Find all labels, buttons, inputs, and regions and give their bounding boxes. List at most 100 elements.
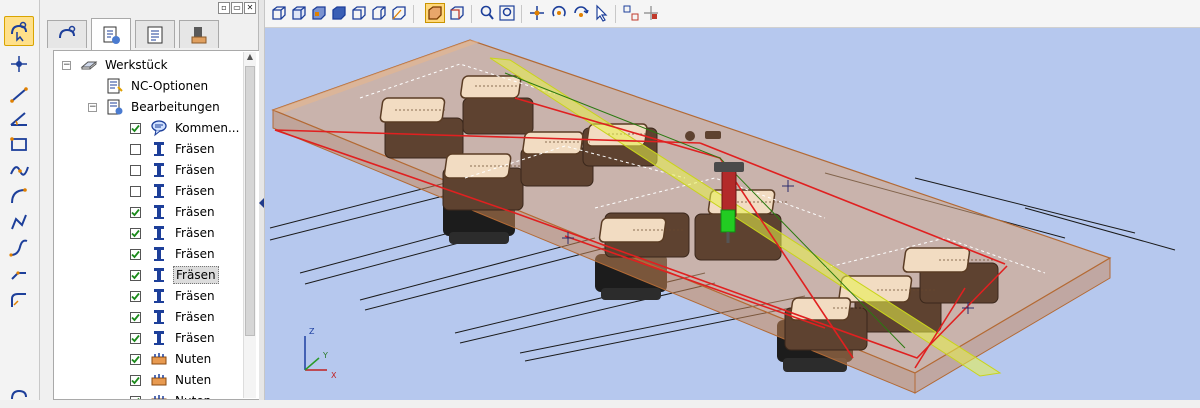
tree-expander-icon[interactable]: −	[88, 102, 97, 112]
operations-tab-icon	[103, 26, 120, 44]
tree-item-checkbox[interactable]	[130, 185, 141, 197]
cube-wireframe-icon	[272, 6, 286, 20]
3d-scene[interactable]: Z Y X	[265, 28, 1200, 400]
tree-item-checkbox[interactable]	[130, 311, 141, 323]
tree-item[interactable]: NC-Optionen	[88, 76, 210, 96]
snap-grid-button[interactable]	[621, 3, 641, 23]
tree-scrollbar[interactable]: ▲	[243, 52, 256, 398]
collapse-arrow-icon[interactable]	[259, 198, 264, 208]
panel-close-button[interactable]: ✕	[244, 2, 256, 14]
tree-item[interactable]: Fräsen	[130, 244, 217, 264]
spline-tool-button[interactable]	[6, 158, 32, 182]
tree-item-checkbox[interactable]	[130, 143, 141, 155]
scroll-thumb[interactable]	[245, 66, 255, 336]
tree-item-label: Bearbeitungen	[131, 100, 220, 114]
tree-item[interactable]: Fräsen	[130, 328, 217, 348]
tree-item-checkbox[interactable]	[130, 395, 141, 399]
tree-item-checkbox[interactable]	[130, 227, 141, 239]
angle-line-tool-button[interactable]	[6, 106, 32, 130]
nc-options-icon	[105, 77, 125, 95]
polyline-tool-button[interactable]	[6, 210, 32, 234]
view-front-button[interactable]	[349, 3, 369, 23]
point-tool-button[interactable]	[6, 52, 32, 76]
workpiece-panel[interactable]	[271, 39, 1112, 394]
tab-operations[interactable]	[91, 18, 131, 50]
comment-icon	[149, 119, 169, 137]
3d-viewport[interactable]: Z Y X	[265, 28, 1200, 400]
tree-item-label: Werkstück	[105, 58, 168, 72]
rectangle-tool-button[interactable]	[6, 132, 32, 156]
zoom-button[interactable]	[477, 3, 497, 23]
curve-tool-button[interactable]	[6, 236, 32, 260]
tree-expander-icon[interactable]: −	[62, 60, 71, 70]
panel-restore-button[interactable]: ▭	[231, 2, 243, 14]
tree-item[interactable]: Fräsen	[130, 223, 217, 243]
scroll-up-arrow-icon[interactable]: ▲	[244, 52, 256, 64]
arc-tool-button[interactable]	[6, 184, 32, 208]
tab-list[interactable]	[135, 20, 175, 48]
tree-item-label: Fräsen	[175, 205, 215, 219]
toolbar-separator	[471, 5, 472, 23]
view-transparent-button[interactable]	[425, 3, 445, 23]
tree-item-checkbox[interactable]	[130, 248, 141, 260]
milling-tool-icon	[149, 140, 169, 158]
view-wireframe-button[interactable]	[269, 3, 289, 23]
tree-item[interactable]: Kommen...	[130, 118, 241, 138]
toolbar-separator	[615, 5, 616, 23]
list-tab-icon	[147, 26, 163, 43]
tree-item[interactable]: Fräsen	[130, 307, 217, 327]
fillet-icon	[11, 293, 26, 307]
tree-item[interactable]: Fräsen	[130, 202, 217, 222]
tree-item-label: Fräsen	[175, 142, 215, 156]
view-hidden-lines-button[interactable]	[289, 3, 309, 23]
tree-item[interactable]: Fräsen	[130, 265, 219, 285]
tree-item[interactable]: Fräsen	[130, 286, 217, 306]
fillet-tool-button[interactable]	[6, 288, 32, 312]
chamfer-tool-button[interactable]	[6, 262, 32, 286]
rotate-button[interactable]	[549, 3, 569, 23]
snap-points-button[interactable]	[641, 3, 661, 23]
tree-item-label: Fräsen	[175, 184, 215, 198]
zoom-fit-button[interactable]	[497, 3, 517, 23]
select-pointer-button[interactable]	[591, 3, 611, 23]
tree-item[interactable]: Fräsen	[130, 139, 217, 159]
tree-item[interactable]: Nuten	[130, 391, 213, 399]
view-side-button[interactable]	[369, 3, 389, 23]
pointer-icon	[596, 4, 608, 22]
tree-item-label: Nuten	[175, 352, 212, 366]
view-iso-button[interactable]	[389, 3, 409, 23]
tree-item-checkbox[interactable]	[130, 290, 141, 302]
milling-tool-icon	[149, 266, 169, 284]
spline-icon	[10, 166, 29, 176]
tree-item-checkbox[interactable]	[130, 269, 141, 281]
tree-item-label: Nuten	[175, 373, 212, 387]
tree-item-checkbox[interactable]	[130, 374, 141, 386]
tree-item[interactable]: Fräsen	[130, 181, 217, 201]
panel-minimize-button[interactable]: ▫	[218, 2, 230, 14]
rotate-free-button[interactable]	[571, 3, 591, 23]
select-mode-button[interactable]	[4, 16, 34, 46]
tree-item[interactable]: Nuten	[130, 370, 213, 390]
tree-item-checkbox[interactable]	[130, 206, 141, 218]
view-solid-button[interactable]	[447, 3, 467, 23]
select-mode-secondary-button[interactable]	[6, 384, 32, 408]
tab-tools[interactable]	[179, 20, 219, 48]
tree-item-label: Fräsen	[175, 247, 215, 261]
tree-item[interactable]: Nuten	[130, 349, 213, 369]
tree-item-checkbox[interactable]	[130, 164, 141, 176]
tree-item[interactable]: − Werkstück	[62, 55, 170, 75]
view-shaded-edges-button[interactable]	[329, 3, 349, 23]
toolbar-separator	[521, 5, 522, 23]
view-shaded-button[interactable]	[309, 3, 329, 23]
tree-item-label: Fräsen	[175, 163, 215, 177]
tree-item[interactable]: Fräsen	[130, 160, 217, 180]
pan-button[interactable]	[527, 3, 547, 23]
tree-item-checkbox[interactable]	[130, 122, 141, 134]
line-tool-button[interactable]	[6, 82, 32, 106]
tree-item[interactable]: − Bearbeitungen	[88, 97, 222, 117]
cube-shaded-icon	[312, 6, 326, 20]
tree-item-checkbox[interactable]	[130, 332, 141, 344]
select-mode-small-icon	[11, 389, 27, 400]
tab-geometry[interactable]	[47, 20, 87, 48]
tree-item-checkbox[interactable]	[130, 353, 141, 365]
